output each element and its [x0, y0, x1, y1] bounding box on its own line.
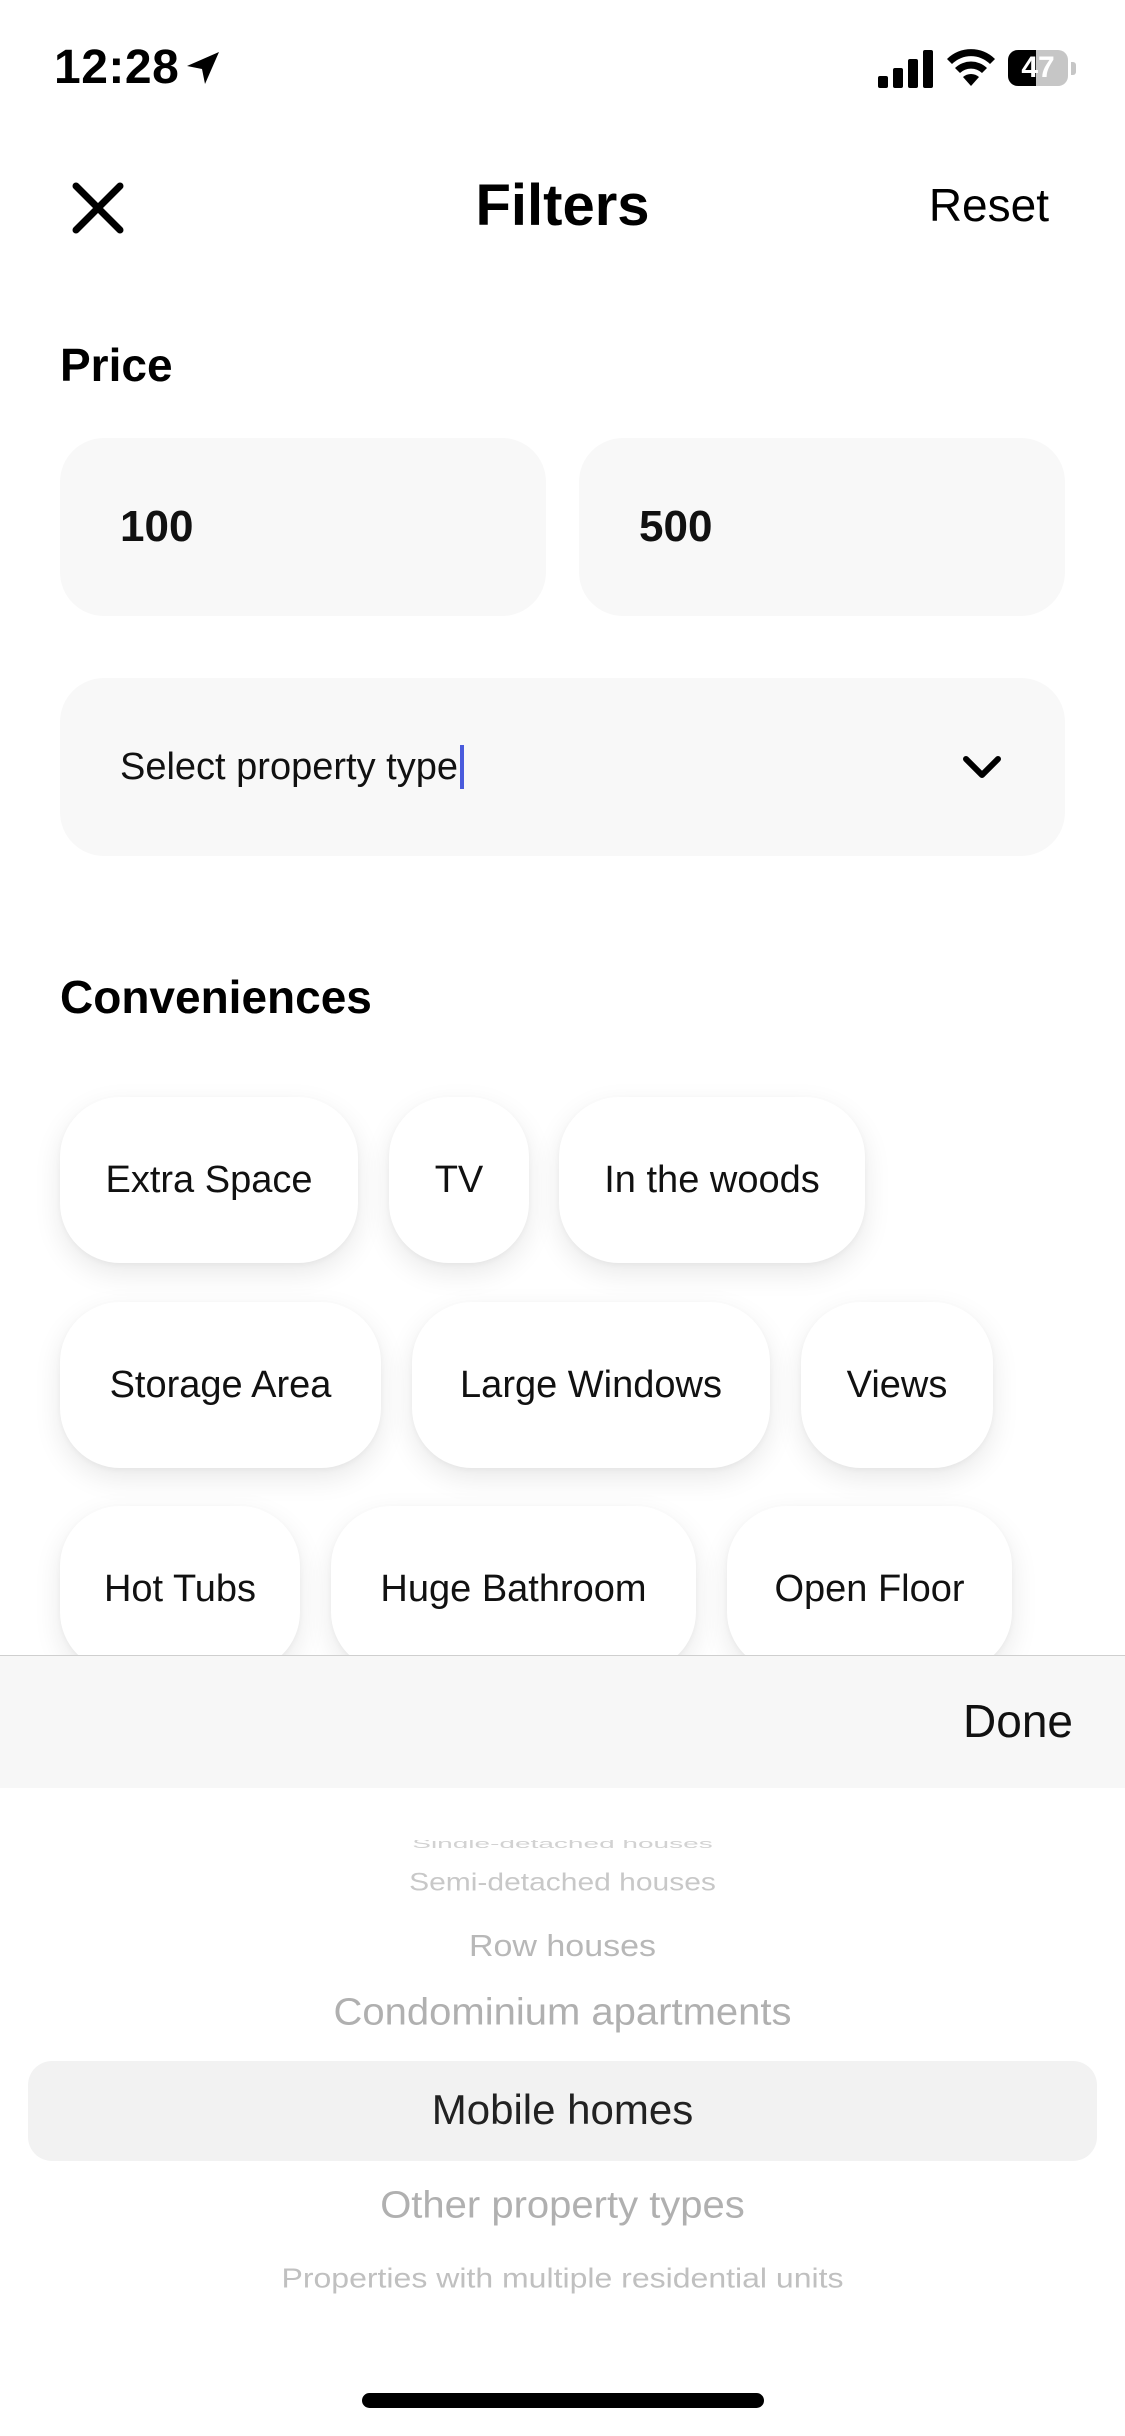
max-price-field[interactable]: [579, 438, 1065, 616]
reset-button[interactable]: Reset: [929, 178, 1049, 232]
chip-open-floor[interactable]: Open Floor: [727, 1506, 1012, 1672]
picker-option[interactable]: Row houses: [0, 1928, 1125, 1964]
wifi-icon: [947, 49, 995, 86]
picker-option-selected[interactable]: Mobile homes: [0, 2084, 1125, 2136]
chip-storage-area[interactable]: Storage Area: [60, 1302, 381, 1468]
chip-tv[interactable]: TV: [389, 1097, 529, 1263]
chip-in-the-woods[interactable]: In the woods: [559, 1097, 865, 1263]
picker-option[interactable]: Properties with multiple residential uni…: [0, 2261, 1125, 2295]
home-indicator: [362, 2393, 764, 2408]
max-price-input[interactable]: [639, 502, 939, 552]
cellular-signal-icon: [878, 50, 933, 88]
chip-large-windows[interactable]: Large Windows: [412, 1302, 770, 1468]
property-type-placeholder: Select property type: [120, 745, 458, 788]
chip-huge-bathroom[interactable]: Huge Bathroom: [331, 1506, 696, 1672]
picker-option[interactable]: Other property types: [0, 2182, 1125, 2228]
chip-extra-space[interactable]: Extra Space: [60, 1097, 358, 1263]
picker-toolbar: Done: [0, 1655, 1125, 1788]
done-button[interactable]: Done: [963, 1694, 1073, 1748]
min-price-input[interactable]: [120, 502, 420, 552]
chip-views[interactable]: Views: [801, 1302, 993, 1468]
status-time: 12:28: [54, 41, 180, 94]
battery-icon: 47: [1008, 50, 1076, 88]
battery-percentage: 47: [1021, 51, 1055, 84]
status-bar: 12:28 47: [0, 0, 1125, 140]
picker-option[interactable]: Single-detached houses: [0, 1840, 1125, 1848]
picker-option[interactable]: Condominium apartments: [0, 1989, 1125, 2035]
min-price-field[interactable]: [60, 438, 546, 616]
location-arrow-icon: [187, 52, 219, 84]
property-type-select[interactable]: Select property type: [60, 678, 1065, 856]
property-type-picker[interactable]: Single-detached houses Semi-detached hou…: [0, 1788, 1125, 2436]
conveniences-section-title: Conveniences: [60, 971, 372, 1023]
price-section-title: Price: [60, 339, 173, 391]
chevron-down-icon: [963, 756, 1001, 778]
chip-hot-tubs[interactable]: Hot Tubs: [60, 1506, 300, 1672]
text-cursor: [459, 745, 464, 789]
picker-option[interactable]: Semi-detached houses: [0, 1869, 1125, 1897]
